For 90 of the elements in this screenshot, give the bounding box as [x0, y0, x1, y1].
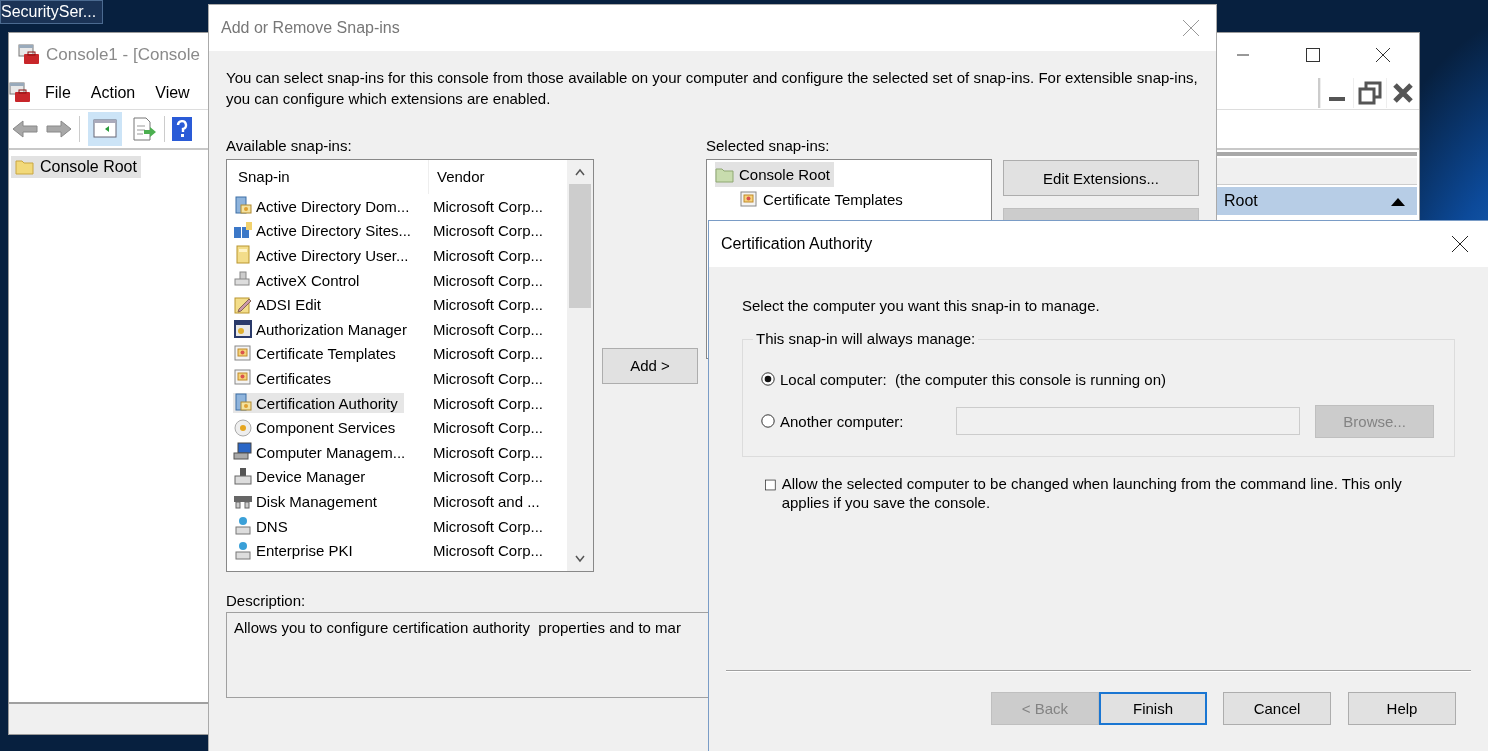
toolbox-icon: [9, 82, 31, 104]
table-cell-text: Microsoft Corp...: [432, 419, 545, 437]
table-cell-text: Microsoft Corp...: [432, 247, 545, 264]
wizard-button[interactable]: Cancel: [1223, 692, 1332, 725]
table-cell-text: Microsoft Corp...: [432, 468, 545, 486]
window-title: Console1 - [Console: [46, 45, 201, 65]
snap-in-icon: [233, 220, 253, 241]
list-item[interactable]: ADSI Edit: [233, 294, 322, 315]
group-label: This snap-in will always manage:: [753, 330, 979, 347]
list-item[interactable]: Certificates: [233, 368, 332, 389]
radio-icon[interactable]: [761, 414, 775, 428]
snap-in-icon: [233, 343, 253, 364]
snap-in-icon: [233, 245, 253, 266]
list-label: Available snap-ins:: [226, 137, 353, 156]
tree-item[interactable]: Console Root: [715, 162, 834, 187]
dialog-title: Certification Authority: [721, 235, 873, 253]
list-item[interactable]: DNS: [233, 516, 288, 536]
list-item[interactable]: Certification Authority: [233, 393, 404, 414]
description-text: Allows you to configure certification authority properties and to mar: [234, 619, 681, 636]
table-cell-text: Microsoft Corp...: [432, 345, 545, 363]
back-icon[interactable]: [11, 118, 39, 140]
snap-in-icon: [233, 540, 253, 561]
snap-in-icon: [233, 319, 253, 340]
table-cell-text: Microsoft Corp...: [432, 517, 545, 535]
toolbox-icon: [18, 44, 40, 66]
table-cell-text: Microsoft and ...: [432, 492, 541, 510]
menu-item[interactable]: View: [141, 84, 196, 102]
close-icon[interactable]: [1375, 47, 1391, 63]
tree-item[interactable]: Certificate Templates: [739, 187, 907, 212]
table-cell-text: Microsoft Corp...: [432, 222, 545, 240]
menu-item[interactable]: Action: [76, 84, 142, 102]
folder-icon: [15, 157, 35, 177]
export-list-icon[interactable]: [130, 116, 158, 142]
scroll-up-icon[interactable]: [575, 168, 585, 176]
list-item[interactable]: Authorization Manager: [233, 319, 407, 340]
radio-button[interactable]: Local computer: (the computer this console is running on): [761, 370, 1167, 388]
radio-button[interactable]: Another computer:: [761, 412, 956, 430]
table-cell-text: Microsoft Corp...: [432, 542, 545, 560]
snap-in-icon: [233, 466, 253, 487]
table-cell-text: Microsoft Corp...: [432, 394, 545, 412]
list-item[interactable]: ActiveX Control: [233, 270, 360, 291]
table-cell-text: Microsoft Corp...: [432, 197, 545, 215]
scrollbar[interactable]: [567, 160, 593, 571]
snap-in-icon: [233, 516, 253, 536]
list-item[interactable]: Certificate Templates: [233, 343, 396, 364]
checkbox-label: Allow the selected computer to be changed when launching from the command line. This only applies if you save the console.: [781, 474, 1403, 512]
scroll-thumb[interactable]: [569, 184, 591, 308]
column-header[interactable]: Snap-in: [233, 160, 429, 194]
snap-in-icon: [233, 393, 253, 414]
wizard-button[interactable]: Finish: [1099, 692, 1208, 725]
certificate-icon: [739, 189, 759, 210]
checkbox[interactable]: [765, 478, 776, 492]
add-button[interactable]: Add >: [602, 347, 698, 384]
list-item[interactable]: Active Directory Sites...: [233, 220, 412, 241]
edit-button[interactable]: Edit Extensions...: [1003, 160, 1199, 196]
snap-in-icon: [233, 196, 253, 217]
taskbar-button[interactable]: SecuritySer...: [0, 0, 104, 24]
table-cell-text: Microsoft Corp...: [432, 443, 545, 461]
list-item[interactable]: Enterprise PKI: [233, 540, 353, 561]
list-item[interactable]: Disk Management: [233, 491, 377, 512]
list-item[interactable]: Component Services: [233, 417, 396, 438]
instruction-text: You can select snap-ins for this console from those available on your computer and configure the selected set of snap-ins. For extensible snap-ins, you can configure which extensions are enabled.: [226, 68, 1199, 109]
list-label: Selected snap-ins:: [706, 137, 831, 156]
snap-in-icon: [233, 442, 253, 463]
list-item[interactable]: Device Manager: [233, 466, 366, 487]
list-item[interactable]: Active Directory User...: [233, 245, 409, 266]
close-icon[interactable]: [1451, 235, 1469, 253]
actions-header[interactable]: Root: [1217, 187, 1417, 215]
wizard-button[interactable]: Help: [1348, 692, 1456, 725]
table-cell-text: Microsoft Corp...: [432, 271, 545, 289]
menu-item[interactable]: File: [31, 84, 77, 102]
list-item[interactable]: Computer Managem...: [233, 442, 406, 463]
computer-name-field[interactable]: [955, 407, 1301, 435]
prompt-text: Select the computer you want this snap-in to manage.: [742, 297, 1101, 314]
description-label: Description:: [226, 592, 307, 611]
table-cell-text: Microsoft Corp...: [432, 320, 545, 338]
collapse-icon[interactable]: [1391, 196, 1405, 206]
forward-icon[interactable]: [45, 118, 73, 140]
maximize-icon[interactable]: [1305, 47, 1321, 63]
scroll-down-icon[interactable]: [575, 555, 585, 563]
dialog-title: Add or Remove Snap-ins: [221, 19, 400, 37]
column-header[interactable]: Vendor: [429, 160, 559, 194]
table-cell-text: Microsoft Corp...: [432, 296, 545, 314]
tree-item[interactable]: Console Root: [11, 156, 141, 178]
snap-in-icon: [233, 294, 253, 315]
list-item[interactable]: Active Directory Dom...: [233, 196, 410, 217]
help-icon[interactable]: [171, 116, 193, 142]
snap-in-icon: [233, 417, 253, 438]
radio-icon[interactable]: [761, 372, 775, 386]
table-cell-text: Microsoft Corp...: [432, 369, 545, 387]
